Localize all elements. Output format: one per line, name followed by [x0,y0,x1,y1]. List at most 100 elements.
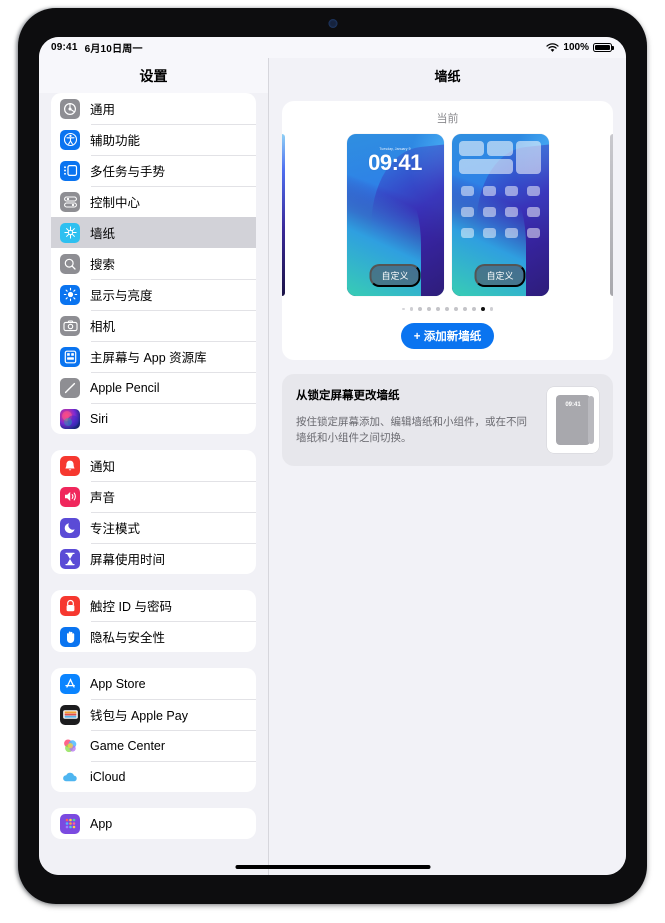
detail-scroll-area[interactable]: 当前 Tuesday, January 9 09:41 自定义 自定义 + 添加… [269,93,626,875]
page-dot[interactable] [462,307,467,311]
sidebar-group-general: 通用 辅助功能 多任务与手势 控制中心 墙纸 搜索 显示与亮度 相机 主屏幕与 … [51,93,256,434]
app-icon-placeholder [504,228,518,238]
sidebar-item-label: 多任务与手势 [90,165,166,179]
info-card-body: 按住锁定屏幕添加、编辑墙纸和小组件，或在不同墙纸和小组件之间切换。 [296,416,527,445]
wallpaper-carousel[interactable]: Tuesday, January 9 09:41 自定义 自定义 [282,134,613,296]
sidebar-item-privacy-security[interactable]: 隐私与安全性 [51,621,256,652]
app-icon-placeholder [482,228,496,238]
status-bar-right: 100% [546,42,614,53]
widget-small [487,141,513,156]
page-dot[interactable] [471,307,476,311]
widget-wide [458,159,513,174]
app-icon-placeholder [482,186,496,196]
page-dots[interactable] [282,307,613,311]
sidebar-item-control-center[interactable]: 控制中心 [51,186,256,217]
wallpaper-detail-pane: 墙纸 当前 Tuesday, January 9 09:41 自定义 自定义 +… [269,58,626,875]
page-dot[interactable] [453,307,458,311]
home-screen-icon [60,346,80,367]
lock-screen-time: 09:41 [368,150,422,175]
home-screen-widgets [458,141,542,174]
sidebar-item-notifications[interactable]: 通知 [51,450,256,481]
sidebar-item-accessibility[interactable]: 辅助功能 [51,124,256,155]
sidebar-item-display-brightness[interactable]: 显示与亮度 [51,279,256,310]
privacy-hand-icon [60,626,80,647]
siri-icon [60,408,80,429]
icloud-icon [60,766,80,787]
home-screen-preview[interactable]: 自定义 [451,134,549,296]
control-center-icon [60,191,80,212]
sidebar-item-label: 控制中心 [90,196,141,210]
focus-moon-icon [60,517,80,538]
current-wallpaper-card: 当前 Tuesday, January 9 09:41 自定义 自定义 + 添加… [282,101,613,360]
sidebar-item-apple-pencil[interactable]: Apple Pencil [51,372,256,403]
sidebar-item-icloud[interactable]: iCloud [51,761,256,792]
page-dot[interactable] [444,307,449,311]
sidebar-item-label: Siri [90,411,109,426]
accessibility-icon [60,129,80,150]
sidebar-group-security: 触控 ID 与密码 隐私与安全性 [51,590,256,652]
sidebar-item-label: 触控 ID 与密码 [90,600,172,614]
app-icon-placeholder [504,186,518,196]
mini-screen: 09:41 [556,395,590,445]
sidebar-scroll-area[interactable]: 通用 辅助功能 多任务与手势 控制中心 墙纸 搜索 显示与亮度 相机 主屏幕与 … [39,93,268,875]
page-dot[interactable] [409,307,413,311]
app-icon-placeholder [526,207,540,217]
sidebar-item-general[interactable]: 通用 [51,93,256,124]
page-dot[interactable] [417,307,422,311]
wifi-icon [546,42,560,53]
sidebar-item-label: 隐私与安全性 [90,631,166,645]
home-screen-app-grid [460,186,540,238]
sidebar-item-label: iCloud [90,769,126,784]
customize-lock-button[interactable]: 自定义 [369,264,421,287]
multitasking-icon [60,160,80,181]
sidebar-item-camera[interactable]: 相机 [51,310,256,341]
game-center-icon [60,735,80,756]
add-new-wallpaper-button[interactable]: + 添加新墙纸 [400,323,495,349]
sidebar-item-app[interactable]: App [51,808,256,839]
battery-icon [593,42,614,53]
sidebar-item-siri[interactable]: Siri [51,403,256,434]
info-text-block: 从锁定屏幕更改墙纸 按住锁定屏幕添加、编辑墙纸和小组件，或在不同墙纸和小组件之间… [296,387,537,447]
sidebar-item-label: Apple Pencil [90,380,160,395]
notifications-icon [60,455,80,476]
brightness-icon [60,284,80,305]
status-time: 09:41 [51,42,78,53]
sidebar-item-game-center[interactable]: Game Center [51,730,256,761]
next-wallpaper-sliver[interactable] [610,134,613,296]
status-bar-left: 09:41 6月10日周一 [51,40,143,55]
sidebar-item-label: App Store [90,676,146,691]
mini-lock-screen-illustration: 09:41 [547,387,599,453]
sidebar-item-label: 通用 [90,103,116,117]
split-view: 设置 通用 辅助功能 多任务与手势 控制中心 墙纸 搜索 显示与亮度 相机 主屏… [39,58,626,875]
wallet-icon [60,704,80,725]
page-dot[interactable] [401,307,405,311]
sidebar-item-touch-id-passcode[interactable]: 触控 ID 与密码 [51,590,256,621]
sidebar-item-sound[interactable]: 声音 [51,481,256,512]
settings-sidebar: 设置 通用 辅助功能 多任务与手势 控制中心 墙纸 搜索 显示与亮度 相机 主屏… [39,58,269,875]
page-dot[interactable] [426,307,431,311]
page-dot-active[interactable] [480,307,485,311]
sidebar-group-notifications: 通知 声音 专注模式 屏幕使用时间 [51,450,256,574]
sidebar-item-app-store[interactable]: App Store [51,668,256,699]
sidebar-item-screen-time[interactable]: 屏幕使用时间 [51,543,256,574]
lock-screen-preview[interactable]: Tuesday, January 9 09:41 自定义 [346,134,444,296]
page-dot[interactable] [435,307,440,311]
sidebar-item-wallet[interactable]: 钱包与 Apple Pay [51,699,256,730]
sidebar-item-label: 声音 [90,491,116,505]
sidebar-item-home-screen[interactable]: 主屏幕与 App 资源库 [51,341,256,372]
camera-icon [60,315,80,336]
previous-wallpaper-sliver[interactable] [282,134,285,296]
sidebar-item-multitasking[interactable]: 多任务与手势 [51,155,256,186]
ipad-device-frame: 09:41 6月10日周一 100% 设置 通用 辅助功能 多任务与手势 控制中… [18,8,647,904]
info-card-title: 从锁定屏幕更改墙纸 [296,390,400,402]
widget-small [458,141,485,156]
add-wallpaper-row: + 添加新墙纸 [282,323,613,349]
sidebar-item-search[interactable]: 搜索 [51,248,256,279]
sidebar-item-focus[interactable]: 专注模式 [51,512,256,543]
sidebar-item-label: 相机 [90,320,116,334]
sidebar-item-wallpaper[interactable]: 墙纸 [51,217,256,248]
page-dot[interactable] [489,307,494,311]
home-indicator[interactable] [235,865,430,869]
app-icon-placeholder [482,207,496,217]
customize-home-button[interactable]: 自定义 [474,264,526,287]
